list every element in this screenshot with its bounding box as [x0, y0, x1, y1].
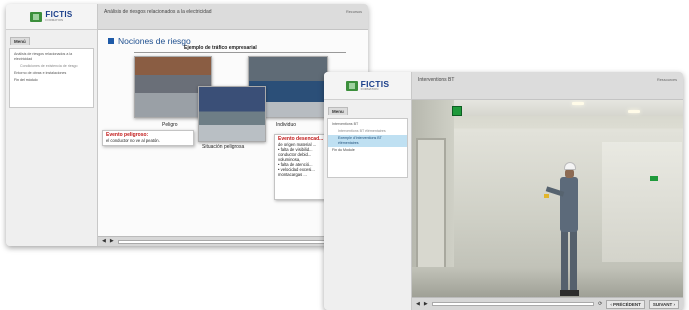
video-scene[interactable]: [412, 100, 683, 297]
sound-icon[interactable]: ◀: [416, 301, 420, 307]
resources-link[interactable]: Ressources: [657, 77, 677, 82]
logo-tagline: FORMATION: [45, 18, 64, 22]
corridor: [602, 142, 682, 262]
logo-mark-icon: [30, 11, 43, 22]
door: [416, 138, 446, 288]
bullet-square-icon: [108, 38, 114, 44]
pedestrian-forklift-image: [198, 86, 266, 142]
sidebar: FICTIS FORMATION Menu Interventions BT In…: [324, 72, 412, 310]
floor: [412, 267, 683, 297]
divider: [134, 52, 346, 53]
module-title: Interventions BT: [418, 77, 455, 83]
refresh-icon[interactable]: ⟳: [598, 301, 602, 307]
menu-item[interactable]: Fin du Module: [328, 147, 407, 154]
player-controls: ◀ ▶ ⟳ ‹ PRÉCÉDENT SUIVANT ›: [412, 297, 683, 310]
header-bar: Análisis de riesgos relacionados a la el…: [98, 4, 368, 30]
menu-item[interactable]: Interventions BT élémentaires: [328, 128, 407, 135]
resources-link[interactable]: Recursos: [346, 9, 362, 14]
next-button[interactable]: SUIVANT ›: [648, 299, 679, 309]
exit-sign-icon: [650, 176, 658, 181]
electrician-figure: [544, 162, 584, 297]
module-title: Análisis de riesgos relacionados a la el…: [104, 9, 212, 15]
logo: FICTIS FORMATION: [6, 4, 97, 30]
menu-item[interactable]: Análisis de riesgos relacionados a la el…: [10, 51, 93, 63]
label-situacion: Situación peligrosa: [202, 144, 245, 150]
callout-bullet: • falta de visibilid... conductor debid.…: [278, 147, 313, 162]
logo-mark-icon: [345, 80, 358, 91]
menu-list: Análisis de riesgos relacionados a la el…: [9, 48, 94, 108]
course-window-french: FICTIS FORMATION Menu Interventions BT In…: [324, 72, 683, 310]
callout-text: el conductor no ve al peatón.: [106, 138, 160, 143]
section-title-text: Nociones de riesgo: [118, 36, 191, 46]
play-icon[interactable]: ▶: [110, 239, 114, 244]
course-window-spanish: FICTIS FORMATION Menú Análisis de riesgos…: [6, 4, 368, 246]
helmet-icon: [564, 162, 576, 170]
menu-tab[interactable]: Menu: [328, 107, 348, 115]
menu-item[interactable]: Condiciones de existencia de riesgo: [10, 63, 93, 70]
play-icon[interactable]: ▶: [424, 301, 428, 307]
section-title: Nociones de riesgo: [108, 36, 191, 46]
seek-bar[interactable]: [117, 239, 338, 244]
logo: FICTIS FORMATION: [324, 72, 411, 100]
header-bar: Interventions BT Ressources: [412, 72, 683, 100]
sound-icon[interactable]: ◀: [102, 239, 106, 244]
seek-bar[interactable]: [431, 302, 595, 306]
sidebar: FICTIS FORMATION Menú Análisis de riesgos…: [6, 4, 98, 246]
ceiling-lamp: [572, 102, 584, 105]
panel-title: Ejemplo de tráfico empresarial: [184, 45, 257, 51]
menu-item[interactable]: Interventions BT: [328, 121, 407, 128]
menu-item-active[interactable]: Exemple d'Interventions BT élémentaires: [328, 135, 407, 147]
previous-button[interactable]: ‹ PRÉCÉDENT: [606, 299, 645, 309]
exit-sign-icon: [452, 106, 462, 116]
menu-list: Interventions BT Interventions BT élémen…: [327, 118, 408, 178]
callout-bullet: • velocidad excesi... montacargas ...: [278, 167, 315, 177]
menu-item[interactable]: Entorno de obras e instalaciones: [10, 70, 93, 77]
label-peligro: Peligro: [162, 122, 178, 128]
label-individuo: Individuo: [276, 122, 297, 128]
menu-tab[interactable]: Menú: [10, 37, 30, 45]
dangerous-event-callout: Evento peligroso: el conductor no ve al …: [102, 130, 194, 146]
menu-item[interactable]: Fin del módulo: [10, 77, 93, 84]
ceiling-lamp: [628, 110, 640, 113]
